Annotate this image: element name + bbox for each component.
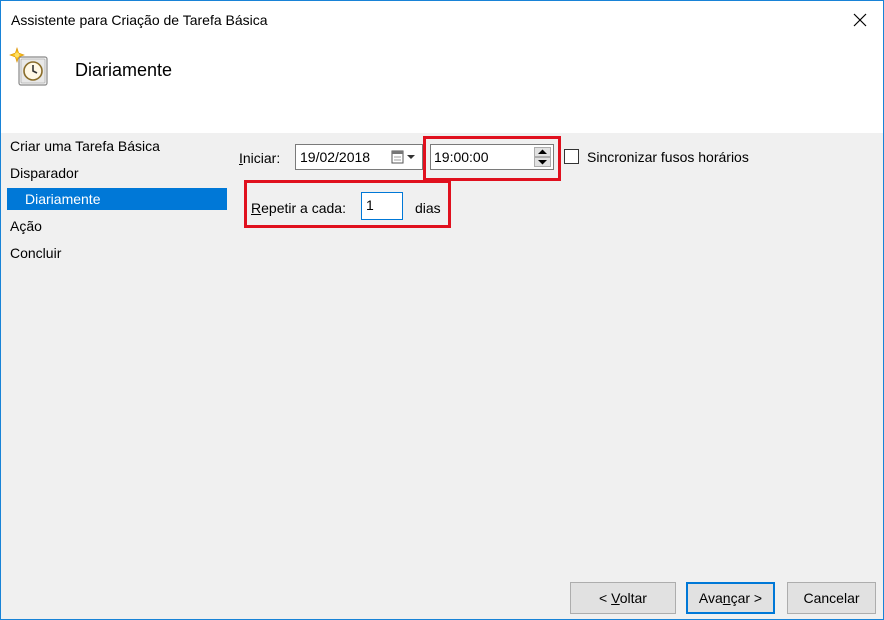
back-button[interactable]: < Voltar bbox=[570, 582, 676, 614]
wizard-window: Assistente para Criação de Tarefa Básica… bbox=[0, 0, 884, 620]
repeat-highlight-box bbox=[244, 180, 451, 228]
start-date-value: 19/02/2018 bbox=[300, 149, 371, 165]
trigger-settings: Iniciar: 19/02/2018 19:00:00 Sincronizar… bbox=[233, 133, 883, 553]
next-button[interactable]: Avançar > bbox=[686, 582, 775, 614]
nav-item-label: Ação bbox=[10, 218, 42, 234]
cancel-button[interactable]: Cancelar bbox=[787, 582, 876, 614]
title-bar: Assistente para Criação de Tarefa Básica bbox=[1, 1, 883, 41]
sync-time-zones-checkbox[interactable] bbox=[564, 149, 579, 164]
cancel-button-label: Cancelar bbox=[803, 590, 860, 606]
task-scheduler-clock-icon bbox=[9, 47, 48, 86]
nav-item-daily[interactable]: Diariamente bbox=[7, 188, 227, 210]
time-highlight-box bbox=[423, 136, 561, 181]
wizard-header: Diariamente bbox=[1, 41, 883, 133]
nav-item-finish[interactable]: Concluir bbox=[7, 242, 227, 264]
wizard-steps-nav: Criar uma Tarefa Básica Disparador Diari… bbox=[1, 133, 231, 553]
nav-item-trigger[interactable]: Disparador bbox=[7, 162, 227, 184]
next-button-label: Avançar > bbox=[698, 590, 763, 606]
nav-item-create-basic-task[interactable]: Criar uma Tarefa Básica bbox=[7, 135, 227, 157]
close-button[interactable] bbox=[837, 1, 883, 39]
nav-item-label: Diariamente bbox=[25, 191, 101, 207]
nav-item-label: Disparador bbox=[10, 165, 79, 181]
nav-item-label: Criar uma Tarefa Básica bbox=[10, 138, 160, 154]
start-date-picker[interactable]: 19/02/2018 bbox=[295, 144, 423, 170]
back-button-label: < Voltar bbox=[599, 590, 647, 606]
sync-time-zones-label: Sincronizar fusos horários bbox=[587, 149, 749, 165]
calendar-dropdown-icon[interactable] bbox=[389, 148, 419, 166]
nav-item-action[interactable]: Ação bbox=[7, 215, 227, 237]
window-title: Assistente para Criação de Tarefa Básica bbox=[11, 12, 268, 28]
close-icon bbox=[853, 13, 867, 27]
nav-item-label: Concluir bbox=[10, 245, 62, 261]
wizard-body: Criar uma Tarefa Básica Disparador Diari… bbox=[1, 133, 883, 619]
page-title: Diariamente bbox=[75, 60, 173, 80]
start-label: Iniciar: bbox=[239, 150, 281, 166]
